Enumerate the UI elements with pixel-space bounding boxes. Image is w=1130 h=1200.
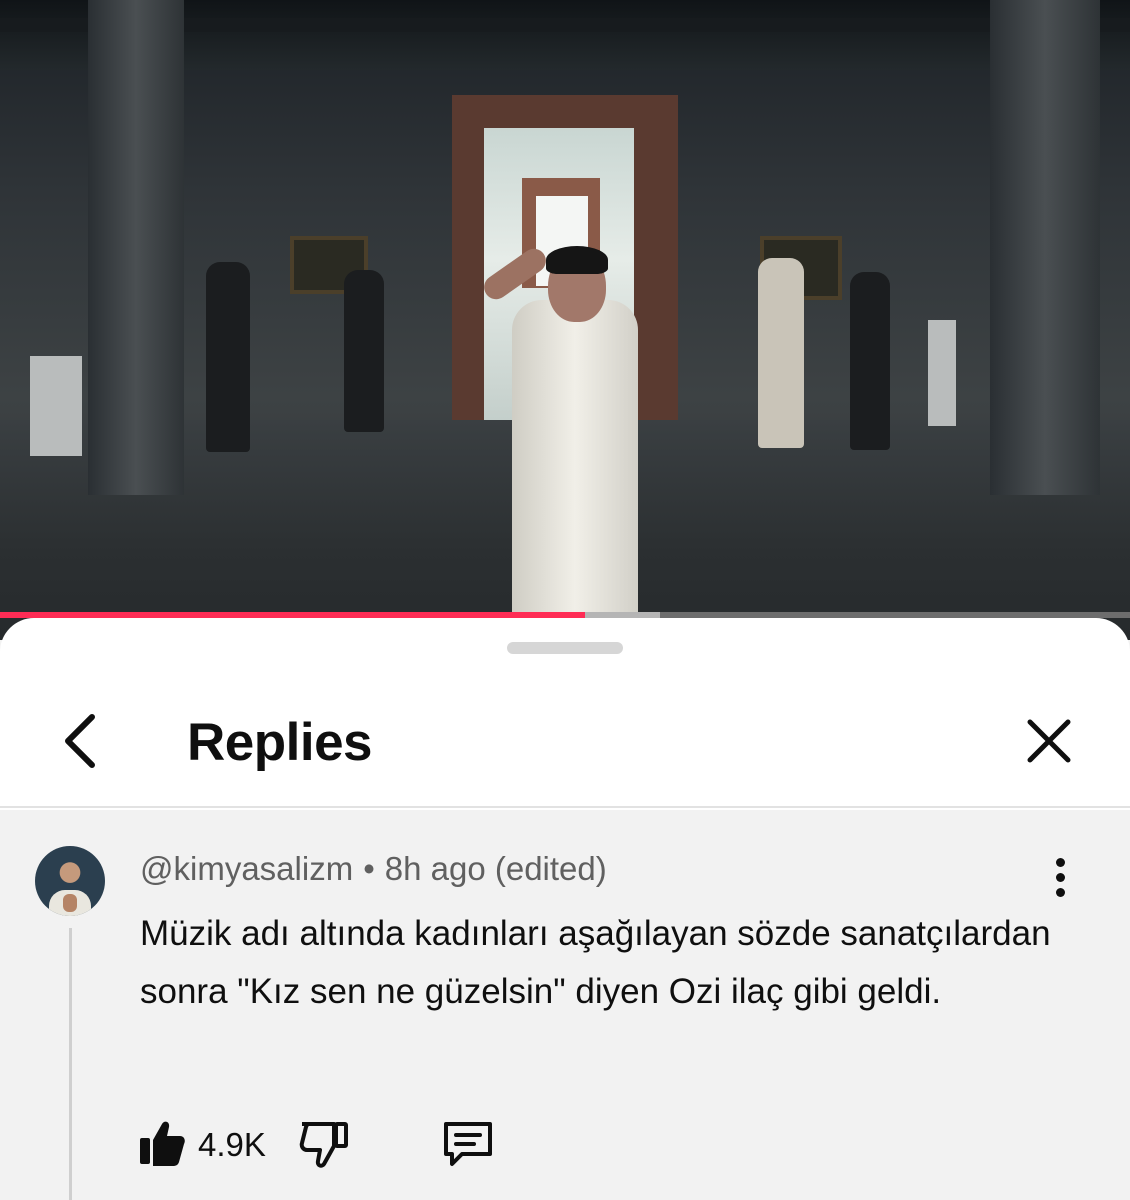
comment-author[interactable]: @kimyasalizm	[140, 850, 353, 887]
panel-title: Replies	[187, 713, 373, 772]
more-options-button[interactable]	[1040, 852, 1080, 902]
avatar[interactable]	[35, 846, 105, 916]
avatar-hand	[63, 894, 77, 912]
comment-thread: @kimyasalizm • 8h ago (edited) Müzik adı a…	[0, 810, 1130, 1200]
more-vert-icon-dot	[1055, 872, 1065, 882]
video-frame-plinth	[30, 356, 82, 456]
video-frame-person	[344, 270, 384, 432]
video-frame-person	[206, 262, 250, 452]
video-frame-pillar	[990, 0, 1100, 495]
replies-sheet: Replies @kimyasalizm • 8h ago (edited) Müz…	[0, 618, 1130, 1200]
video-player[interactable]	[0, 0, 1130, 640]
drag-handle[interactable]	[507, 642, 623, 654]
more-vert-icon	[1055, 857, 1065, 867]
back-button[interactable]	[50, 706, 110, 776]
video-frame-pillar	[88, 0, 184, 495]
chevron-left-icon	[65, 714, 95, 768]
thumb-down-icon	[299, 1122, 348, 1168]
meta-separator: •	[363, 850, 375, 887]
more-vert-icon-dot	[1055, 887, 1065, 897]
video-frame-person	[850, 272, 890, 450]
video-frame-dancer-hair	[546, 246, 608, 274]
close-button[interactable]	[1018, 708, 1080, 774]
video-frame-plinth	[928, 320, 956, 426]
comment-time: 8h ago (edited)	[384, 850, 607, 887]
comment-icon	[444, 1122, 492, 1166]
video-frame-dancer	[512, 300, 638, 620]
close-icon	[1027, 719, 1071, 763]
like-count: 4.9K	[198, 1126, 266, 1163]
thumb-up-icon	[140, 1121, 185, 1166]
reply-button[interactable]	[440, 1118, 496, 1170]
like-button[interactable]	[138, 1118, 186, 1168]
dislike-button[interactable]	[298, 1118, 350, 1168]
comment-meta: @kimyasalizm • 8h ago (edited)	[140, 850, 607, 888]
video-frame-person	[758, 258, 804, 448]
comment-text: Müzik adı altında kadınları aşağılayan s…	[140, 914, 1051, 1011]
comment-actions: 4.9K	[0, 1114, 1130, 1174]
replies-header: Replies	[0, 682, 1130, 808]
